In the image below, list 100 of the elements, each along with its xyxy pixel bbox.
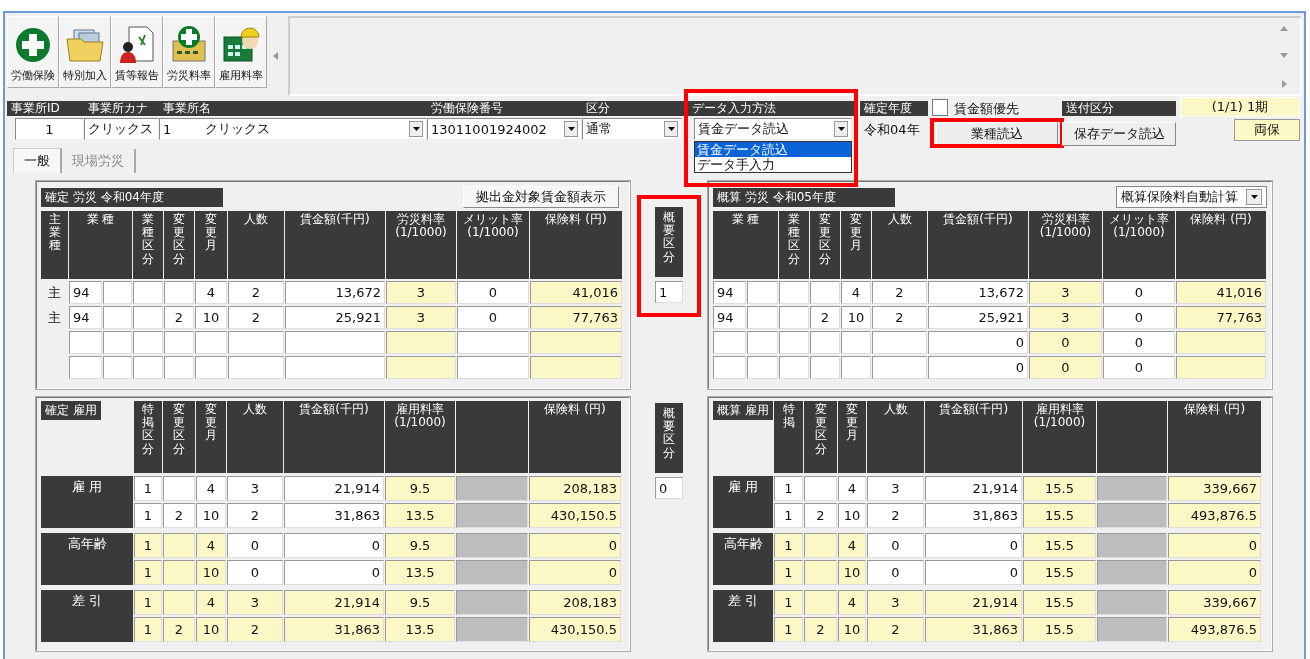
table-cell: 3 bbox=[386, 306, 456, 329]
table-cell: 208,183 bbox=[529, 476, 621, 501]
row-group-label: 雇 用 bbox=[41, 476, 133, 528]
show-wage-amount-button[interactable]: 拠出金対象賃金額表示 bbox=[463, 186, 619, 208]
insurance-number-dropdown[interactable]: 13011001924002 bbox=[427, 118, 582, 140]
table-cell: 10 bbox=[838, 560, 866, 585]
column-header-blank bbox=[456, 401, 528, 473]
blank-cell bbox=[1097, 617, 1167, 642]
table-cell: 2 bbox=[163, 617, 195, 642]
table-cell bbox=[804, 560, 837, 585]
table-cell bbox=[804, 533, 837, 558]
table-title: 確定 労災 令和04年度 bbox=[41, 187, 223, 207]
folder-icon bbox=[65, 27, 105, 63]
table-cell: 21,914 bbox=[284, 590, 384, 615]
input-method-dropdown[interactable]: 賃金データ読込 bbox=[694, 118, 852, 140]
column-header: 保険料 (円) bbox=[1176, 211, 1266, 279]
table-cell: 0 bbox=[529, 533, 621, 558]
scroll-down-icon bbox=[1280, 53, 1288, 58]
load-saved-data-button[interactable]: 保存データ読込 bbox=[1062, 122, 1176, 146]
table-cell: 0 bbox=[227, 560, 283, 585]
office-kana-field[interactable]: クリックス bbox=[84, 118, 159, 140]
column-header: 変更区分 bbox=[164, 211, 194, 279]
blank-cell bbox=[456, 617, 528, 642]
table-cell: 3 bbox=[1029, 306, 1102, 329]
scroll-up-icon bbox=[1280, 26, 1288, 31]
table-cell: 15.5 bbox=[1023, 560, 1096, 585]
column-header: 労災料率 (1/1000) bbox=[386, 211, 456, 279]
table-cell bbox=[457, 356, 529, 379]
table-cell bbox=[103, 281, 132, 304]
column-header-blank bbox=[1097, 401, 1167, 473]
toolbar-button[interactable]: 労災料率 bbox=[163, 16, 215, 88]
table-cell: 21,914 bbox=[925, 476, 1022, 501]
table-cell: 0 bbox=[1103, 281, 1175, 304]
table-cell: 10 bbox=[841, 306, 871, 329]
blank-cell bbox=[1097, 533, 1167, 558]
column-header: 変更月 bbox=[196, 401, 226, 473]
table-cell bbox=[841, 356, 871, 379]
table-cell bbox=[228, 356, 284, 379]
table-cell: 1 bbox=[774, 560, 803, 585]
column-header: 賃金額(千円) bbox=[925, 401, 1022, 473]
table-cell bbox=[164, 331, 194, 354]
table-cell: 0 bbox=[1029, 356, 1102, 379]
table-cell bbox=[133, 331, 163, 354]
table-cell bbox=[386, 356, 456, 379]
table-cell: 0 bbox=[928, 356, 1028, 379]
table-cell: 1 bbox=[134, 590, 162, 615]
dropdown-option[interactable]: データ手入力 bbox=[695, 157, 851, 172]
auto-calculation-dropdown[interactable]: 概算保険料自動計算 bbox=[1116, 186, 1267, 208]
table-cell: 208,183 bbox=[529, 590, 621, 615]
column-header: 概要区分 bbox=[655, 403, 683, 473]
column-header: 変更区分 bbox=[163, 401, 195, 473]
table-title: 概算 雇用 bbox=[713, 401, 773, 420]
column-header: 変更月 bbox=[838, 401, 866, 473]
table-cell bbox=[69, 331, 102, 354]
load-industry-button[interactable]: 業種読込 bbox=[936, 122, 1058, 146]
table-cell: 10 bbox=[196, 503, 226, 528]
table-cell: 1 bbox=[774, 476, 803, 501]
tab[interactable]: 一般 bbox=[13, 148, 62, 173]
table-cell: 1 bbox=[774, 617, 803, 642]
toolbar-button[interactable]: 特別加入 bbox=[59, 16, 111, 88]
table-cell: 1 bbox=[774, 590, 803, 615]
table-title: 確定 雇用 bbox=[41, 401, 101, 420]
table-cell: 0 bbox=[655, 477, 683, 499]
caret-icon bbox=[837, 127, 845, 131]
table-cell: 31,863 bbox=[925, 503, 1022, 528]
toolbar-button[interactable]: 雇用料率 bbox=[215, 16, 267, 88]
field-label: 労働保険番号 bbox=[427, 101, 582, 116]
category-dropdown[interactable]: 通常 bbox=[582, 118, 682, 140]
table-cell bbox=[163, 560, 195, 585]
table-cell: 41,016 bbox=[1176, 281, 1266, 304]
caret-icon bbox=[1250, 195, 1258, 199]
column-header: 保険料 (円) bbox=[530, 211, 622, 279]
table-cell: 13,672 bbox=[285, 281, 385, 304]
toolbar-button[interactable]: 賃等報告 bbox=[111, 16, 163, 88]
table-cell: 1 bbox=[134, 617, 162, 642]
row-marker: 主 bbox=[47, 308, 62, 327]
table-cell: 2 bbox=[804, 503, 837, 528]
checkbox-label: 賃金額優先 bbox=[954, 99, 1019, 118]
table-cell: 0 bbox=[925, 533, 1022, 558]
toolbar-button[interactable]: 労働保険 bbox=[7, 16, 59, 88]
table-cell: 0 bbox=[1103, 306, 1175, 329]
table-cell bbox=[163, 476, 195, 501]
column-header: 雇用料率 (1/1000) bbox=[385, 401, 455, 473]
dropdown-option[interactable]: 賃金データ読込 bbox=[695, 142, 851, 157]
table-title: 概算 労災 令和05年度 bbox=[713, 187, 895, 207]
table-cell: 15.5 bbox=[1023, 503, 1096, 528]
office-id-field[interactable]: 1 bbox=[15, 118, 84, 140]
table-cell: 77,763 bbox=[1176, 306, 1266, 329]
table-cell: 339,667 bbox=[1168, 590, 1261, 615]
table-cell: 3 bbox=[227, 590, 283, 615]
checkbox[interactable] bbox=[932, 99, 948, 116]
table-cell: 430,150.5 bbox=[529, 503, 621, 528]
office-name-dropdown[interactable]: 1 クリックス bbox=[159, 118, 427, 140]
column-header: メリット率 (1/1000) bbox=[457, 211, 529, 279]
table-cell: 10 bbox=[196, 560, 226, 585]
table-cell bbox=[133, 356, 163, 379]
table-cell bbox=[779, 331, 809, 354]
table-cell bbox=[872, 356, 927, 379]
table-cell bbox=[386, 331, 456, 354]
table-cell: 0 bbox=[457, 306, 529, 329]
